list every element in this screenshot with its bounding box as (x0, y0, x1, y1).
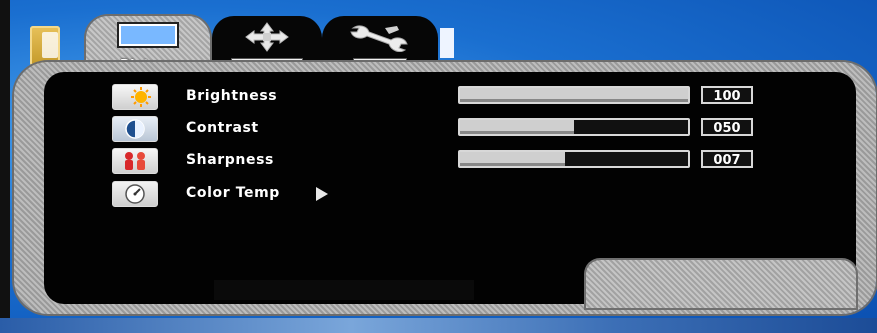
play-arrow-icon[interactable] (316, 187, 328, 201)
menu-row-brightness[interactable]: Brightness 100 (0, 84, 877, 112)
color-temp-label: Color Temp (186, 185, 280, 201)
brightness-sun-icon (112, 84, 158, 110)
menu-row-color-temp[interactable]: Color Temp (0, 181, 877, 209)
move-arrows-icon (245, 22, 289, 52)
sharpness-slider-fill (460, 152, 565, 166)
sharpness-label: Sharpness (186, 152, 274, 168)
brightness-slider-fill (460, 88, 688, 102)
osd-footer-shadow (214, 280, 474, 300)
contrast-value: 050 (701, 118, 753, 136)
sharpness-people-icon (112, 148, 158, 174)
desktop-document-icon[interactable] (440, 28, 454, 58)
brightness-label: Brightness (186, 88, 278, 104)
osd-bottom-tab (586, 260, 856, 308)
brightness-slider[interactable] (458, 86, 690, 104)
monitor-icon (117, 22, 179, 48)
contrast-slider-fill (460, 120, 574, 134)
desktop-folder-icon[interactable] (30, 26, 60, 66)
sharpness-value: 007 (701, 150, 753, 168)
screen-reflection (0, 318, 877, 333)
brightness-value: 100 (701, 86, 753, 104)
menu-row-contrast[interactable]: Contrast 050 (0, 116, 877, 144)
wrench-icon (350, 25, 408, 52)
sharpness-slider[interactable] (458, 150, 690, 168)
color-temp-dial-icon (112, 181, 158, 207)
contrast-icon (112, 116, 158, 142)
contrast-slider[interactable] (458, 118, 690, 136)
contrast-label: Contrast (186, 120, 259, 136)
menu-row-sharpness[interactable]: Sharpness 007 (0, 148, 877, 176)
